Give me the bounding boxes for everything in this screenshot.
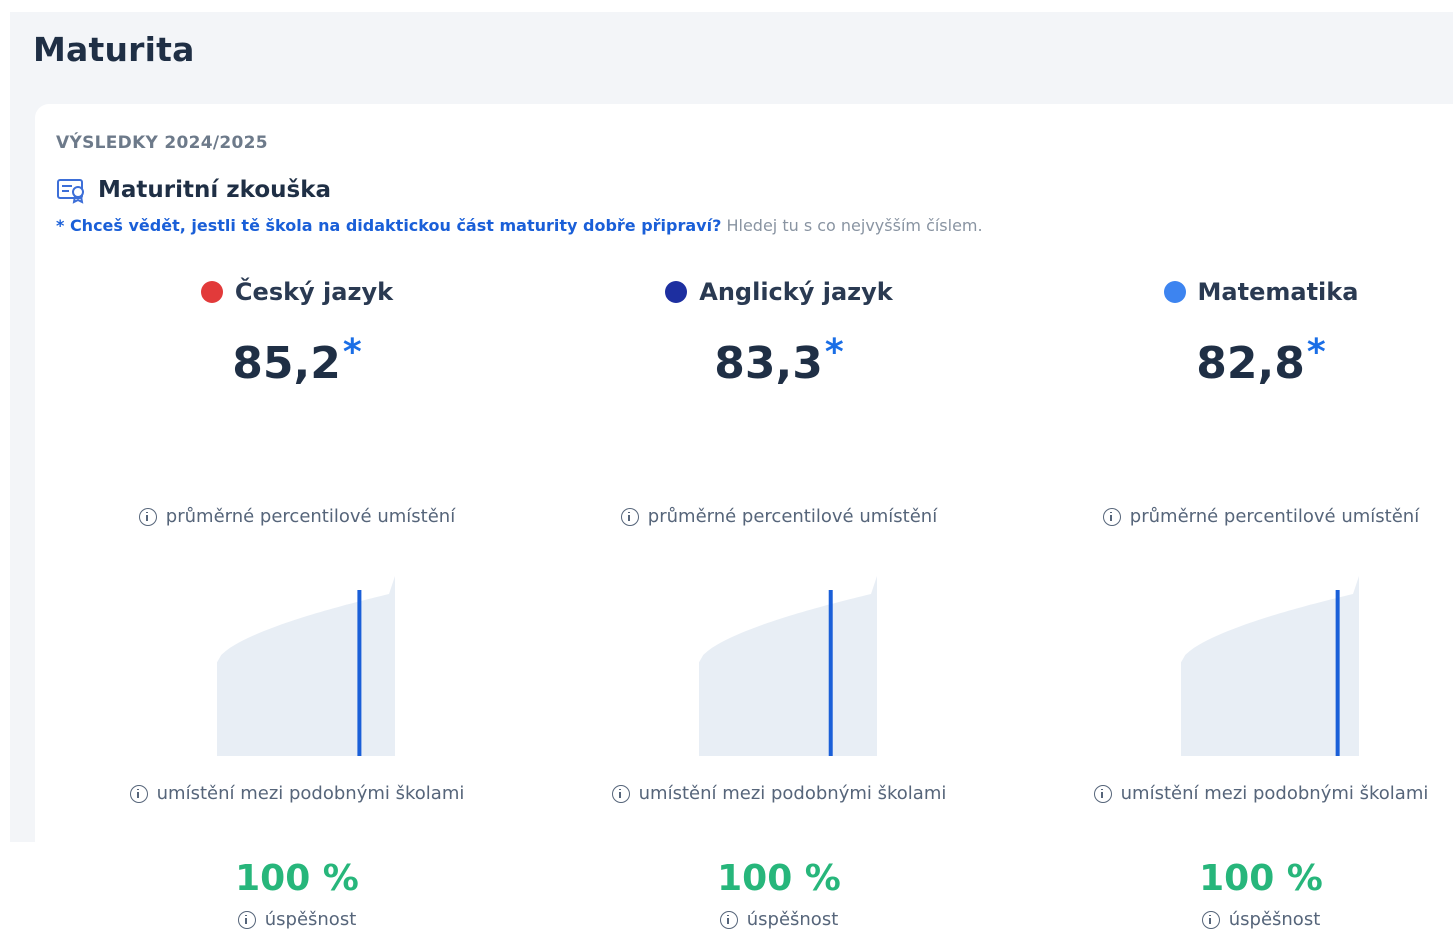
score-star: * bbox=[824, 332, 844, 373]
subject-header: Anglický jazyk bbox=[554, 278, 1004, 306]
hint-note: * Chceš vědět, jestli tě škola na didakt… bbox=[56, 216, 983, 235]
percentile-label: průměrné percentilové umístění bbox=[165, 506, 456, 527]
score-value: 85,2 bbox=[232, 338, 341, 389]
placement-label: umístění mezi podobnými školami bbox=[156, 783, 465, 804]
hint-link[interactable]: * Chceš vědět, jestli tě škola na didakt… bbox=[56, 216, 721, 235]
info-icon[interactable] bbox=[611, 784, 630, 803]
subject-column-anglicky-jazyk: Anglický jazyk 83,3* průměrné percentilo… bbox=[554, 264, 1004, 930]
placement-label: umístění mezi podobnými školami bbox=[1120, 783, 1429, 804]
info-icon[interactable] bbox=[620, 507, 639, 526]
subject-column-cesky-jazyk: Český jazyk 85,2* průměrné percentilové … bbox=[72, 264, 522, 930]
success-rate: 100 % bbox=[1199, 858, 1323, 899]
hint-text: Hledej tu s co nejvyšším číslem. bbox=[721, 216, 983, 235]
certificate-icon bbox=[57, 179, 84, 204]
subject-name: Český jazyk bbox=[234, 278, 394, 306]
percentile-score: 85,2* bbox=[72, 332, 522, 389]
subject-name: Matematika bbox=[1197, 278, 1359, 306]
percentile-score: 83,3* bbox=[554, 332, 1004, 389]
score-value: 83,3 bbox=[714, 338, 823, 389]
success-info[interactable]: úspěšnost bbox=[1036, 909, 1453, 930]
section-header: Maturitní zkouška bbox=[56, 174, 331, 206]
info-icon[interactable] bbox=[237, 910, 256, 929]
placement-info[interactable]: umístění mezi podobnými školami bbox=[72, 783, 522, 804]
info-icon[interactable] bbox=[1093, 784, 1112, 803]
subject-column-matematika: Matematika 82,8* průměrné percentilové u… bbox=[1036, 264, 1453, 930]
success-label: úspěšnost bbox=[1228, 909, 1321, 930]
subject-name: Anglický jazyk bbox=[699, 278, 893, 306]
section-title: Maturitní zkouška bbox=[98, 177, 332, 203]
distribution-area bbox=[1181, 576, 1359, 756]
distribution-chart bbox=[699, 576, 877, 756]
subject-header: Český jazyk bbox=[72, 278, 522, 306]
page-title: Maturita bbox=[33, 30, 195, 69]
percentile-info[interactable]: průměrné percentilové umístění bbox=[72, 506, 522, 527]
percentile-info[interactable]: průměrné percentilové umístění bbox=[554, 506, 1004, 527]
percentile-info[interactable]: průměrné percentilové umístění bbox=[1036, 506, 1453, 527]
placement-label: umístění mezi podobnými školami bbox=[638, 783, 947, 804]
subject-header: Matematika bbox=[1036, 278, 1453, 306]
score-value: 82,8 bbox=[1196, 338, 1305, 389]
page: Maturita VÝSLEDKY 2024/2025 Maturitní zk… bbox=[10, 12, 1453, 930]
success-info[interactable]: úspěšnost bbox=[554, 909, 1004, 930]
success-label: úspěšnost bbox=[264, 909, 357, 930]
info-icon[interactable] bbox=[1201, 910, 1220, 929]
success-rate: 100 % bbox=[235, 858, 359, 899]
percentile-score: 82,8* bbox=[1036, 332, 1453, 389]
distribution-chart bbox=[217, 576, 395, 756]
info-icon[interactable] bbox=[719, 910, 738, 929]
info-icon[interactable] bbox=[129, 784, 148, 803]
percentile-label: průměrné percentilové umístění bbox=[647, 506, 938, 527]
success-rate: 100 % bbox=[717, 858, 841, 899]
subject-color-dot bbox=[200, 281, 223, 303]
subject-color-dot bbox=[665, 281, 688, 303]
success-label: úspěšnost bbox=[746, 909, 839, 930]
placement-info[interactable]: umístění mezi podobnými školami bbox=[554, 783, 1004, 804]
distribution-area bbox=[699, 576, 877, 756]
distribution-chart bbox=[1181, 576, 1359, 756]
placement-info[interactable]: umístění mezi podobnými školami bbox=[1036, 783, 1453, 804]
maturita-results-card: VÝSLEDKY 2024/2025 Maturitní zkouška * C… bbox=[35, 104, 1453, 930]
percentile-label: průměrné percentilové umístění bbox=[1129, 506, 1420, 527]
info-icon[interactable] bbox=[138, 507, 157, 526]
info-icon[interactable] bbox=[1102, 507, 1121, 526]
score-star: * bbox=[1306, 332, 1326, 373]
distribution-area bbox=[217, 576, 395, 756]
results-year-label: VÝSLEDKY 2024/2025 bbox=[56, 133, 268, 153]
subject-color-dot bbox=[1163, 281, 1186, 303]
score-star: * bbox=[342, 332, 362, 373]
success-info[interactable]: úspěšnost bbox=[72, 909, 522, 930]
